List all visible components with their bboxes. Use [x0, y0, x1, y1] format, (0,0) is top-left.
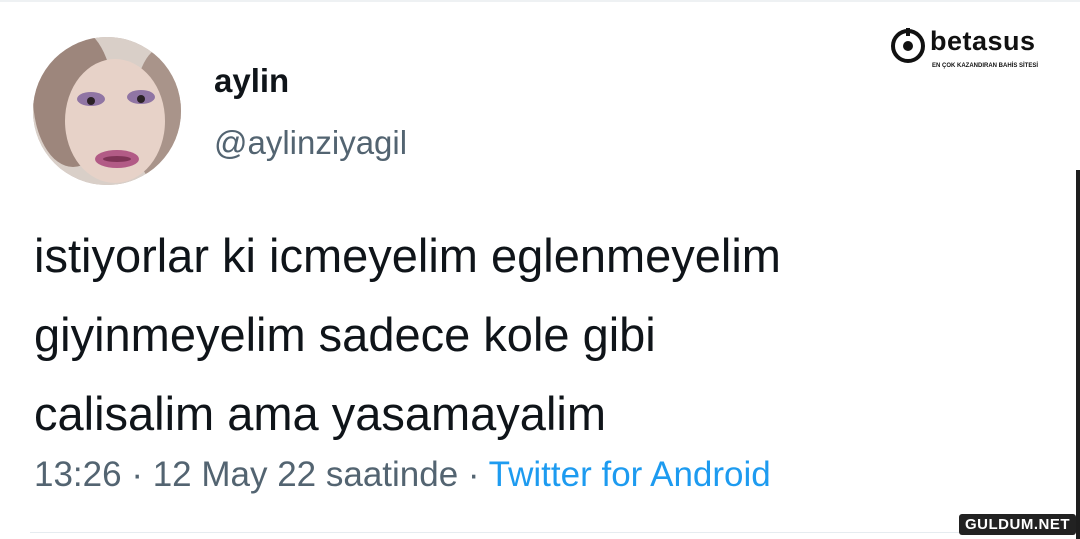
meta-separator: ·	[121, 455, 153, 494]
watermark: GULDUM.NET	[959, 514, 1076, 535]
tweet-meta: 13:26 · 12 May 22 saatinde · Twitter for…	[34, 455, 771, 495]
avatar[interactable]	[33, 37, 181, 185]
meta-separator: ·	[458, 455, 489, 494]
brand-tagline: EN ÇOK KAZANDIRAN BAHİS SİTESİ	[932, 63, 1039, 69]
avatar-image	[33, 37, 181, 185]
screenshot-canvas: aylin @aylinziyagil istiyorlar ki icmeye…	[0, 0, 1080, 539]
brand-overlay: betasus EN ÇOK KAZANDIRAN BAHİS SİTESİ	[890, 26, 1060, 74]
tweet-source-link[interactable]: Twitter for Android	[489, 455, 771, 494]
tweet-text-line: calisalim ama yasamayalim	[34, 387, 606, 440]
tweet-date[interactable]: 12 May 22 saatinde	[153, 455, 458, 494]
tweet-text: istiyorlar ki icmeyelim eglenmeyelim giy…	[34, 216, 1034, 453]
display-name[interactable]: aylin	[214, 62, 289, 100]
target-logo-icon	[891, 28, 925, 63]
scrollbar[interactable]	[1076, 170, 1080, 539]
tweet-time[interactable]: 13:26	[34, 455, 122, 494]
bottom-divider	[30, 532, 960, 533]
tweet-text-line: giyinmeyelim sadece kole gibi	[34, 308, 656, 361]
user-handle[interactable]: @aylinziyagil	[214, 124, 407, 162]
brand-name: betasus	[930, 26, 1036, 56]
top-divider	[0, 0, 1080, 2]
tweet-text-line: istiyorlar ki icmeyelim eglenmeyelim	[34, 229, 781, 282]
